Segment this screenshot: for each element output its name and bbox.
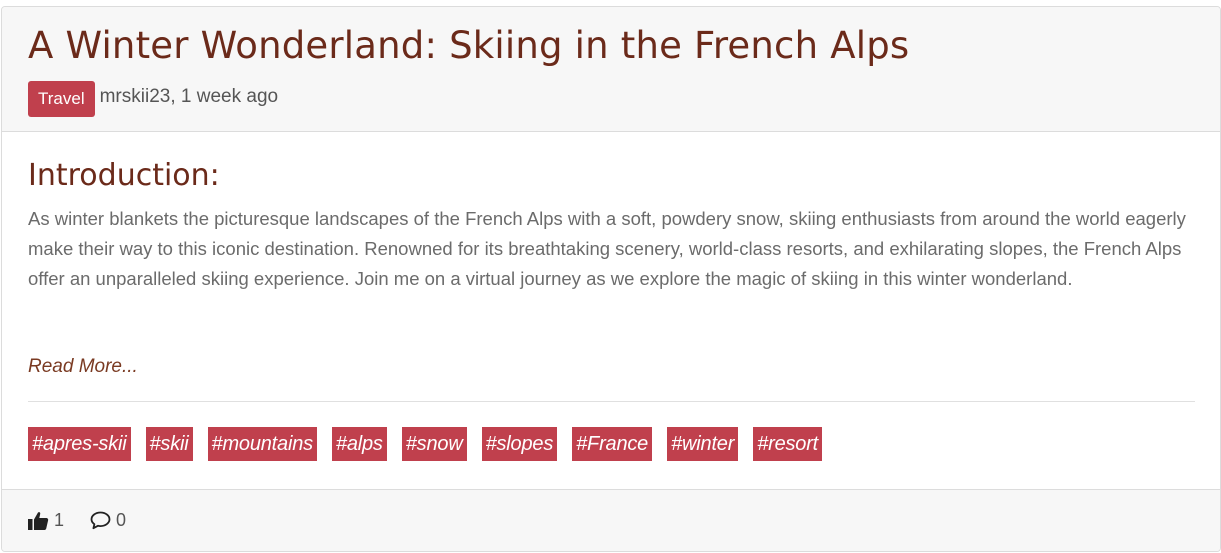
post-meta: Travel mrskii23, 1 week ago (28, 81, 1194, 117)
read-more-link[interactable]: Read More... (28, 352, 138, 382)
like-count: 1 (54, 510, 65, 530)
author-and-date: mrskii23, 1 week ago (99, 86, 279, 107)
like-button[interactable]: 1 (28, 510, 64, 531)
divider (28, 401, 1195, 402)
tag-skii[interactable]: #skii (145, 427, 193, 461)
post-title[interactable]: A Winter Wonderland: Skiing in the Frenc… (28, 23, 1194, 69)
category-badge[interactable]: Travel (28, 81, 95, 117)
comment-count: 0 (116, 510, 127, 530)
comment-icon[interactable] (90, 511, 111, 530)
tag-mountains[interactable]: #mountains (207, 427, 317, 461)
tag-slopes[interactable]: #slopes (481, 427, 558, 461)
thumbs-up-icon[interactable] (28, 511, 49, 531)
post-body: Introduction: As winter blankets the pic… (2, 132, 1220, 490)
tag-resort[interactable]: #resort (753, 427, 823, 461)
tag-alps[interactable]: #alps (331, 427, 387, 461)
tag-list: #apres-skii #skii #mountains #alps #snow… (28, 427, 1195, 461)
comment-button[interactable]: 0 (90, 510, 126, 531)
tag-france[interactable]: #France (572, 427, 653, 461)
section-heading: Introduction: (28, 158, 220, 193)
tag-apres-skii[interactable]: #apres-skii (28, 427, 131, 461)
tag-winter[interactable]: #winter (667, 427, 739, 461)
post-footer: 1 0 (2, 489, 1220, 551)
post-header: A Winter Wonderland: Skiing in the Frenc… (2, 7, 1220, 132)
post-card: A Winter Wonderland: Skiing in the Frenc… (1, 6, 1221, 552)
post-excerpt: As winter blankets the picturesque lands… (28, 204, 1195, 324)
tag-snow[interactable]: #snow (401, 427, 467, 461)
